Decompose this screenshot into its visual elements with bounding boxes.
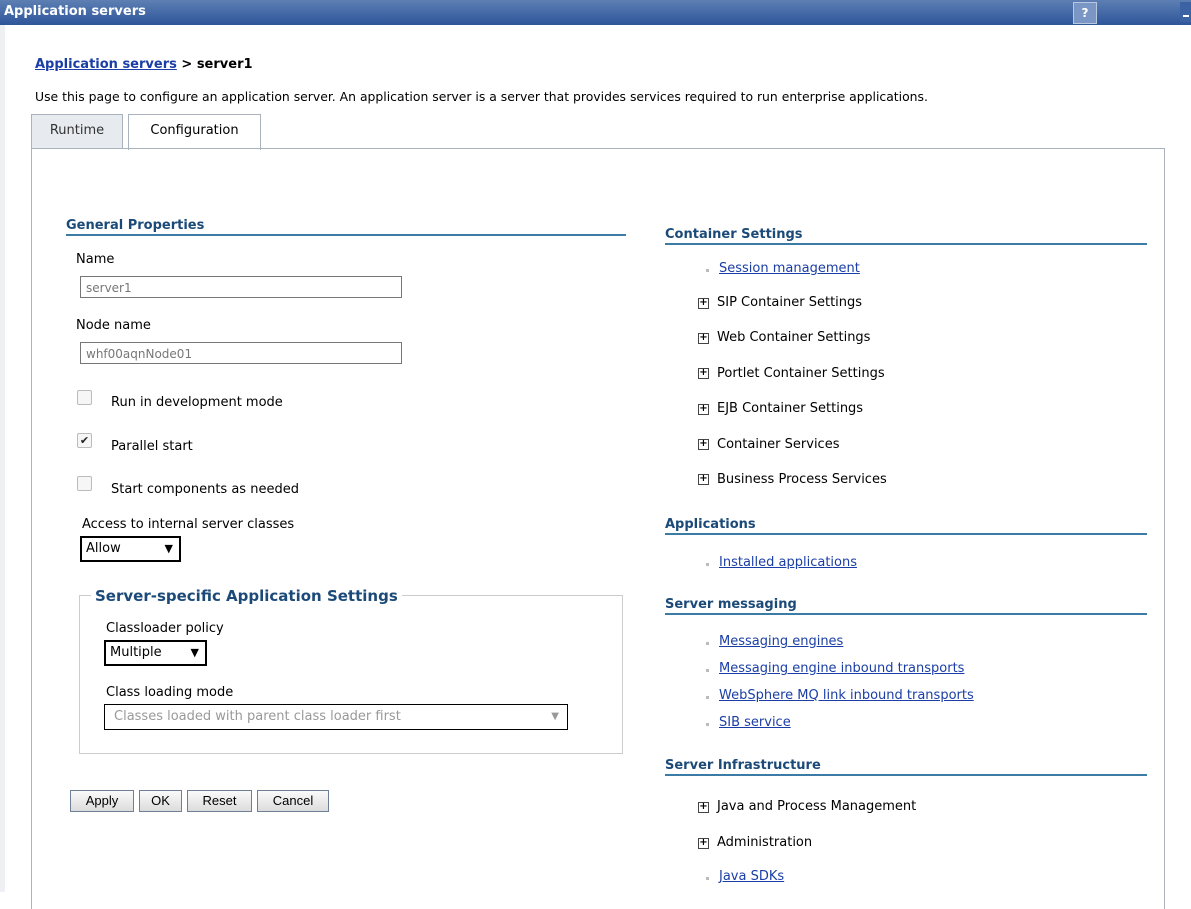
start-components-checkbox[interactable] <box>77 476 92 491</box>
bullet-icon <box>706 642 709 645</box>
messaging-engine-inbound-transports-link[interactable]: Messaging engine inbound transports <box>719 661 964 676</box>
bullet-icon <box>706 877 709 880</box>
server-specific-legend: Server-specific Application Settings <box>91 587 402 605</box>
installed-applications-link[interactable]: Installed applications <box>719 555 857 570</box>
node-name-label: Node name <box>76 318 151 333</box>
websphere-mq-link-inbound-transports-link[interactable]: WebSphere MQ link inbound transports <box>719 688 974 703</box>
cancel-button[interactable]: Cancel <box>257 790 329 812</box>
classloader-policy-label: Classloader policy <box>106 621 224 636</box>
dropdown-arrow-icon: ▼ <box>551 711 559 722</box>
access-internal-classes-label: Access to internal server classes <box>82 517 295 532</box>
minimize-icon <box>1183 15 1189 17</box>
start-components-label: Start components as needed <box>111 482 299 497</box>
apply-button[interactable]: Apply <box>70 790 134 812</box>
bullet-icon <box>706 269 709 272</box>
name-label: Name <box>76 252 115 267</box>
reset-button[interactable]: Reset <box>187 790 252 812</box>
node-name-field[interactable]: whf00aqnNode01 <box>80 342 402 364</box>
parallel-start-label: Parallel start <box>111 439 193 454</box>
title-bar: Application servers ? <box>0 0 1191 25</box>
class-loading-mode-label: Class loading mode <box>106 685 234 700</box>
server-infrastructure-heading: Server Infrastructure <box>665 758 1147 776</box>
left-frame-edge <box>0 25 5 892</box>
sib-service-link[interactable]: SIB service <box>719 715 791 730</box>
expand-icon[interactable]: + <box>698 404 709 415</box>
window-title: Application servers <box>4 4 146 19</box>
expand-icon[interactable]: + <box>698 368 709 379</box>
development-mode-checkbox[interactable] <box>77 390 92 405</box>
classloader-policy-select[interactable]: Multiple ▼ <box>104 640 207 666</box>
business-process-services-item[interactable]: Business Process Services <box>717 472 887 487</box>
web-container-settings-item[interactable]: Web Container Settings <box>717 330 870 345</box>
expand-icon[interactable]: + <box>698 333 709 344</box>
ok-button[interactable]: OK <box>139 790 182 812</box>
server-specific-fieldset <box>79 595 623 754</box>
name-field[interactable]: server1 <box>80 276 402 298</box>
page-description: Use this page to configure an applicatio… <box>35 89 928 104</box>
applications-heading: Applications <box>665 517 1147 535</box>
session-management-link[interactable]: Session management <box>719 261 860 276</box>
parallel-start-checkbox[interactable]: ✔ <box>77 433 92 448</box>
expand-icon[interactable]: + <box>698 298 709 309</box>
java-sdks-link[interactable]: Java SDKs <box>719 869 784 884</box>
expand-icon[interactable]: + <box>698 474 709 485</box>
help-button[interactable]: ? <box>1073 2 1097 24</box>
expand-icon[interactable]: + <box>698 439 709 450</box>
expand-icon[interactable]: + <box>698 838 709 849</box>
breadcrumb-application-servers-link[interactable]: Application servers <box>35 57 177 72</box>
tab-runtime[interactable]: Runtime <box>31 114 123 149</box>
breadcrumb: Application servers > server1 <box>35 57 253 72</box>
dropdown-arrow-icon: ▼ <box>164 542 173 555</box>
container-settings-heading: Container Settings <box>665 227 1147 245</box>
expand-icon[interactable]: + <box>698 802 709 813</box>
classloader-policy-value: Multiple <box>110 645 162 660</box>
portlet-container-settings-item[interactable]: Portlet Container Settings <box>717 366 885 381</box>
bullet-icon <box>706 696 709 699</box>
tab-configuration[interactable]: Configuration <box>128 114 261 150</box>
java-process-management-item[interactable]: Java and Process Management <box>717 799 916 814</box>
class-loading-mode-select[interactable]: Classes loaded with parent class loader … <box>104 704 568 730</box>
administration-item[interactable]: Administration <box>717 835 812 850</box>
access-internal-classes-value: Allow <box>86 541 121 556</box>
minimize-button[interactable] <box>1180 2 1191 22</box>
bullet-icon <box>706 723 709 726</box>
access-internal-classes-select[interactable]: Allow ▼ <box>80 536 181 562</box>
messaging-engines-link[interactable]: Messaging engines <box>719 634 843 649</box>
container-services-item[interactable]: Container Services <box>717 437 839 452</box>
server-messaging-heading: Server messaging <box>665 597 1147 615</box>
development-mode-label: Run in development mode <box>111 395 283 410</box>
bullet-icon <box>706 669 709 672</box>
dropdown-arrow-icon: ▼ <box>190 646 199 659</box>
breadcrumb-separator: > <box>176 57 197 72</box>
breadcrumb-current: server1 <box>196 57 253 72</box>
general-properties-heading: General Properties <box>66 218 626 236</box>
class-loading-mode-value: Classes loaded with parent class loader … <box>114 709 401 724</box>
checkmark-icon: ✔ <box>79 434 90 447</box>
bullet-icon <box>706 563 709 566</box>
ejb-container-settings-item[interactable]: EJB Container Settings <box>717 401 863 416</box>
sip-container-settings-item[interactable]: SIP Container Settings <box>717 295 862 310</box>
